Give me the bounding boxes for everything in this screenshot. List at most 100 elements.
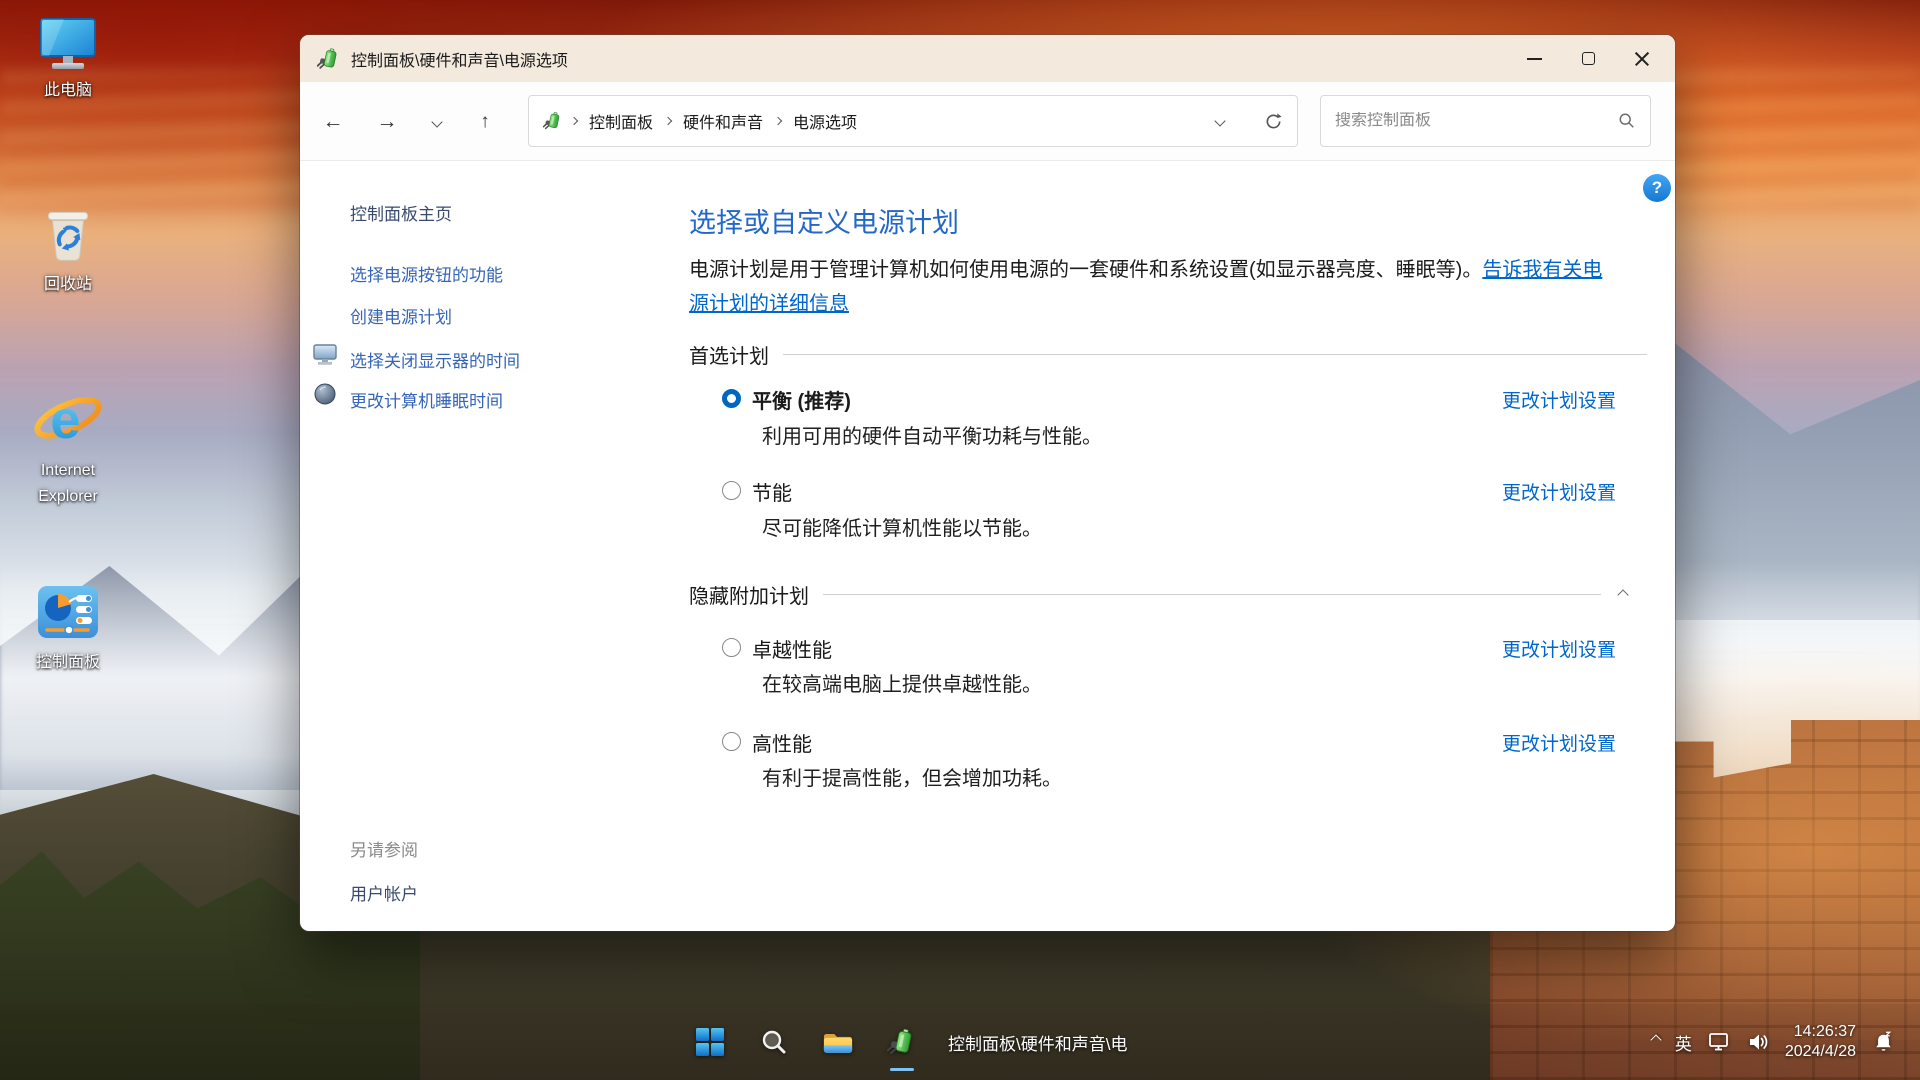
change-plan-settings-ultimate[interactable]: 更改计划设置 xyxy=(1502,635,1616,662)
radio-ultimate-performance[interactable] xyxy=(722,638,741,657)
desktop-icon-internet-explorer[interactable]: e Internet Explorer xyxy=(8,386,128,510)
address-dropdown-icon[interactable] xyxy=(1214,115,1225,126)
power-options-taskbar-button[interactable] xyxy=(880,1020,924,1064)
file-explorer-button[interactable] xyxy=(816,1020,860,1064)
breadcrumb-separator-icon xyxy=(570,117,578,125)
plan-name-power-saver[interactable]: 节能 xyxy=(752,477,792,506)
radio-power-saver[interactable] xyxy=(722,481,741,500)
page-title: 选择或自定义电源计划 xyxy=(689,201,959,240)
section-divider xyxy=(823,594,1601,595)
breadcrumb-power-options[interactable]: 电源选项 xyxy=(789,109,861,133)
chevron-up-icon xyxy=(1617,589,1628,600)
close-button[interactable] xyxy=(1615,35,1669,82)
network-icon xyxy=(1707,1030,1731,1054)
hidden-plans-section-header: 隐藏附加计划 xyxy=(689,580,1631,609)
active-app-indicator xyxy=(890,1068,914,1072)
address-bar[interactable]: 控制面板 硬件和声音 电源选项 xyxy=(528,95,1298,147)
address-battery-icon xyxy=(543,111,563,131)
ime-indicator[interactable]: 英 xyxy=(1675,1030,1692,1055)
plan-name-balanced[interactable]: 平衡 (推荐) xyxy=(752,385,851,414)
active-window-label[interactable]: 控制面板\硬件和声音\电 xyxy=(948,1030,1127,1055)
svg-text:e: e xyxy=(50,390,80,450)
network-tray-button[interactable] xyxy=(1707,1030,1731,1054)
plan-desc-balanced: 利用可用的硬件自动平衡功耗与性能。 xyxy=(762,420,1102,449)
internet-explorer-icon: e xyxy=(29,386,107,452)
desktop-icon-label: Internet Explorer xyxy=(8,458,128,510)
plan-name-ultimate-performance[interactable]: 卓越性能 xyxy=(752,634,832,663)
sidebar-control-panel-home[interactable]: 控制面板主页 xyxy=(350,200,452,225)
start-button[interactable] xyxy=(688,1020,732,1064)
help-button[interactable]: ? xyxy=(1643,174,1671,202)
change-plan-settings-balanced[interactable]: 更改计划设置 xyxy=(1502,386,1616,413)
sleep-time-icon xyxy=(312,381,338,407)
tray-time: 14:26:37 xyxy=(1785,1022,1856,1042)
intro-text: 电源计划是用于管理计算机如何使用电源的一套硬件和系统设置(如显示器亮度、睡眠等)… xyxy=(689,259,1482,281)
control-panel-icon xyxy=(36,582,100,644)
search-icon xyxy=(760,1028,788,1056)
change-plan-settings-power-saver[interactable]: 更改计划设置 xyxy=(1502,478,1616,505)
window-title: 控制面板\硬件和声音\电源选项 xyxy=(351,47,568,71)
intro-paragraph: 电源计划是用于管理计算机如何使用电源的一套硬件和系统设置(如显示器亮度、睡眠等)… xyxy=(689,253,1619,321)
plan-desc-high-performance: 有利于提高性能，但会增加功耗。 xyxy=(762,762,1062,791)
chevron-down-icon xyxy=(431,116,442,127)
window-titlebar[interactable]: 控制面板\硬件和声音\电源选项 xyxy=(300,35,1675,82)
plan-name-high-performance[interactable]: 高性能 xyxy=(752,728,812,757)
sidebar-user-accounts[interactable]: 用户帐户 xyxy=(350,880,418,905)
this-pc-monitor-icon xyxy=(36,16,100,72)
section-divider xyxy=(783,354,1647,355)
forward-button[interactable]: → xyxy=(367,82,407,161)
close-icon xyxy=(1634,51,1650,67)
see-also-heading: 另请参阅 xyxy=(350,836,418,861)
minimize-button[interactable] xyxy=(1507,35,1561,82)
recycle-bin-icon xyxy=(35,198,101,266)
sidebar-choose-power-buttons[interactable]: 选择电源按钮的功能 xyxy=(350,261,503,286)
back-button[interactable]: ← xyxy=(313,82,353,161)
sidebar-create-power-plan[interactable]: 创建电源计划 xyxy=(350,303,452,328)
desktop-icon-label: 此电脑 xyxy=(8,78,128,104)
change-plan-settings-high-performance[interactable]: 更改计划设置 xyxy=(1502,729,1616,756)
navigation-bar: ← → ↑ 控制面板 硬件和声音 电源选项 xyxy=(300,82,1675,161)
battery-taskbar-icon xyxy=(887,1027,917,1057)
breadcrumb-control-panel[interactable]: 控制面板 xyxy=(585,109,657,133)
section-label: 隐藏附加计划 xyxy=(689,580,809,609)
refresh-icon[interactable] xyxy=(1264,112,1283,131)
section-label: 首选计划 xyxy=(689,340,769,369)
recent-pages-dropdown[interactable] xyxy=(417,82,457,161)
up-button[interactable]: ↑ xyxy=(465,82,505,161)
radio-balanced[interactable] xyxy=(722,389,741,408)
search-box[interactable] xyxy=(1320,95,1651,147)
minimize-icon xyxy=(1527,58,1542,60)
desktop-icon-label: 控制面板 xyxy=(8,650,128,676)
desktop-icon-this-pc[interactable]: 此电脑 xyxy=(8,16,128,104)
file-explorer-icon xyxy=(822,1029,854,1056)
tray-show-hidden-icons[interactable] xyxy=(1652,1036,1660,1048)
control-panel-window: 控制面板\硬件和声音\电源选项 ← → ↑ 控制面板 xyxy=(300,35,1675,931)
taskbar: 控制面板\硬件和声音\电 英 14:26:37 2024/4/28 xyxy=(0,1004,1920,1080)
search-taskbar-button[interactable] xyxy=(752,1020,796,1064)
desktop-icon-control-panel[interactable]: 控制面板 xyxy=(8,582,128,676)
notification-bell-sleep-icon xyxy=(1871,1030,1896,1055)
sidebar-choose-display-off-time[interactable]: 选择关闭显示器的时间 xyxy=(350,347,520,372)
sidebar-change-sleep-time[interactable]: 更改计算机睡眠时间 xyxy=(350,387,503,412)
clock[interactable]: 14:26:37 2024/4/28 xyxy=(1785,1022,1856,1062)
preferred-plans-section-header: 首选计划 xyxy=(689,340,1647,369)
breadcrumb-hardware-and-sound[interactable]: 硬件和声音 xyxy=(679,109,767,133)
search-input[interactable] xyxy=(1335,112,1618,130)
tray-date: 2024/4/28 xyxy=(1785,1042,1856,1062)
display-off-time-icon xyxy=(312,341,338,367)
breadcrumb-separator-icon xyxy=(664,117,672,125)
notification-bell-button[interactable] xyxy=(1871,1030,1896,1055)
maximize-button[interactable] xyxy=(1561,35,1615,82)
volume-tray-button[interactable] xyxy=(1746,1030,1770,1054)
windows-logo-icon xyxy=(695,1027,725,1057)
breadcrumb-separator-icon xyxy=(774,117,782,125)
radio-high-performance[interactable] xyxy=(722,732,741,751)
collapse-section-button[interactable] xyxy=(1615,582,1631,608)
power-options-battery-icon xyxy=(317,47,341,71)
plan-desc-ultimate-performance: 在较高端电脑上提供卓越性能。 xyxy=(762,668,1042,697)
search-icon[interactable] xyxy=(1618,112,1636,130)
chevron-up-icon xyxy=(1650,1034,1661,1045)
plan-desc-power-saver: 尽可能降低计算机性能以节能。 xyxy=(762,512,1042,541)
desktop-icon-recycle-bin[interactable]: 回收站 xyxy=(8,198,128,298)
maximize-icon xyxy=(1582,52,1595,65)
